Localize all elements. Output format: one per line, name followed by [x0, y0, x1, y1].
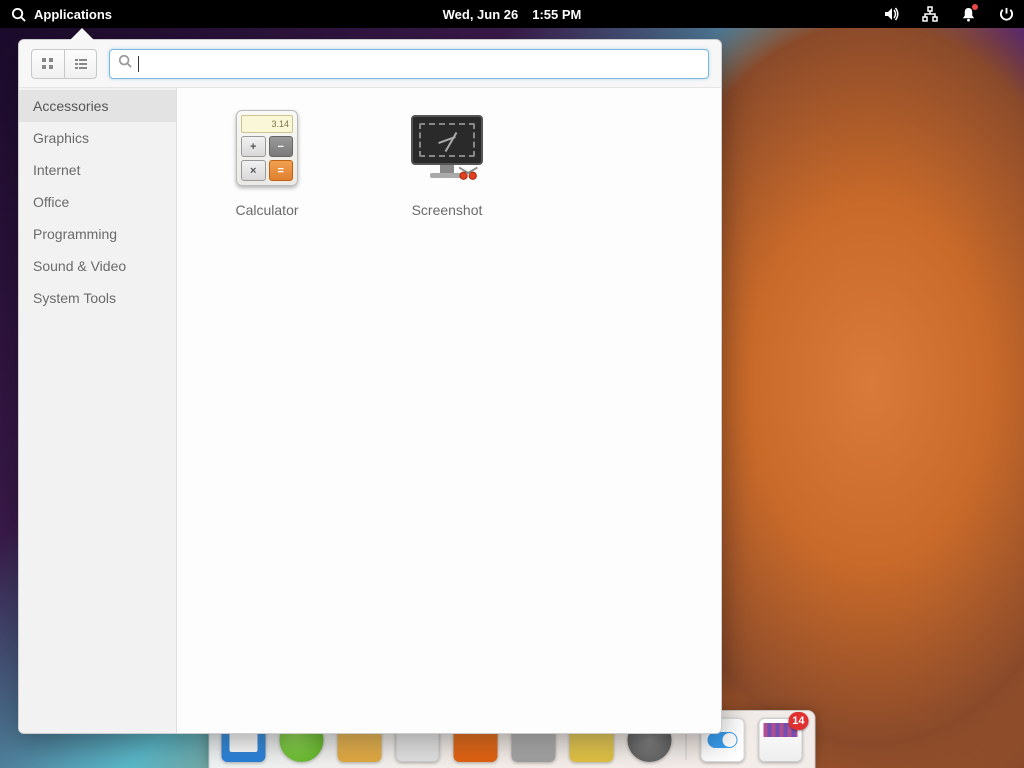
list-view-button[interactable]	[64, 50, 96, 78]
search-input[interactable]	[139, 56, 700, 72]
sidebar-item-sound-video[interactable]: Sound & Video	[19, 250, 176, 282]
app-calculator[interactable]: 3.14 +− ×= Calculator	[207, 108, 327, 218]
calculator-display: 3.14	[241, 115, 293, 133]
applications-menu-button[interactable]: Applications	[10, 6, 112, 22]
app-label: Calculator	[207, 202, 327, 218]
view-mode-switch	[31, 49, 97, 79]
category-sidebar: Accessories Graphics Internet Office Pro…	[19, 88, 177, 733]
calculator-icon: 3.14 +− ×=	[227, 108, 307, 188]
sidebar-item-accessories[interactable]: Accessories	[19, 90, 176, 122]
sidebar-item-label: System Tools	[33, 290, 116, 306]
application-grid: 3.14 +− ×= Calculator	[177, 88, 721, 733]
popover-arrow	[70, 28, 94, 40]
sidebar-item-label: Office	[33, 194, 69, 210]
power-icon[interactable]	[998, 6, 1014, 22]
applications-label: Applications	[34, 7, 112, 22]
search-icon	[118, 54, 132, 73]
screenshot-icon	[407, 108, 487, 188]
sidebar-item-label: Sound & Video	[33, 258, 126, 274]
sidebar-item-label: Programming	[33, 226, 117, 242]
volume-icon[interactable]	[884, 6, 900, 22]
search-field[interactable]	[109, 49, 709, 79]
applications-menu: Accessories Graphics Internet Office Pro…	[18, 39, 722, 734]
sidebar-item-label: Graphics	[33, 130, 89, 146]
sidebar-item-office[interactable]: Office	[19, 186, 176, 218]
menu-header	[19, 40, 721, 88]
grid-view-button[interactable]	[32, 50, 64, 78]
sidebar-item-graphics[interactable]: Graphics	[19, 122, 176, 154]
app-screenshot[interactable]: Screenshot	[387, 108, 507, 218]
dock-item-appcenter[interactable]: 14	[757, 716, 805, 764]
sidebar-item-internet[interactable]: Internet	[19, 154, 176, 186]
notifications-icon[interactable]	[960, 6, 976, 22]
sidebar-item-label: Accessories	[33, 98, 108, 114]
sidebar-item-programming[interactable]: Programming	[19, 218, 176, 250]
sidebar-item-label: Internet	[33, 162, 80, 178]
network-icon[interactable]	[922, 6, 938, 22]
update-badge: 14	[788, 712, 808, 730]
panel-date[interactable]: Wed, Jun 26	[443, 7, 519, 22]
app-label: Screenshot	[387, 202, 507, 218]
panel-time[interactable]: 1:55 PM	[532, 7, 581, 22]
search-icon	[10, 6, 26, 22]
top-panel: Applications Wed, Jun 26 1:55 PM	[0, 0, 1024, 28]
scissors-icon	[459, 165, 481, 181]
sidebar-item-system-tools[interactable]: System Tools	[19, 282, 176, 314]
